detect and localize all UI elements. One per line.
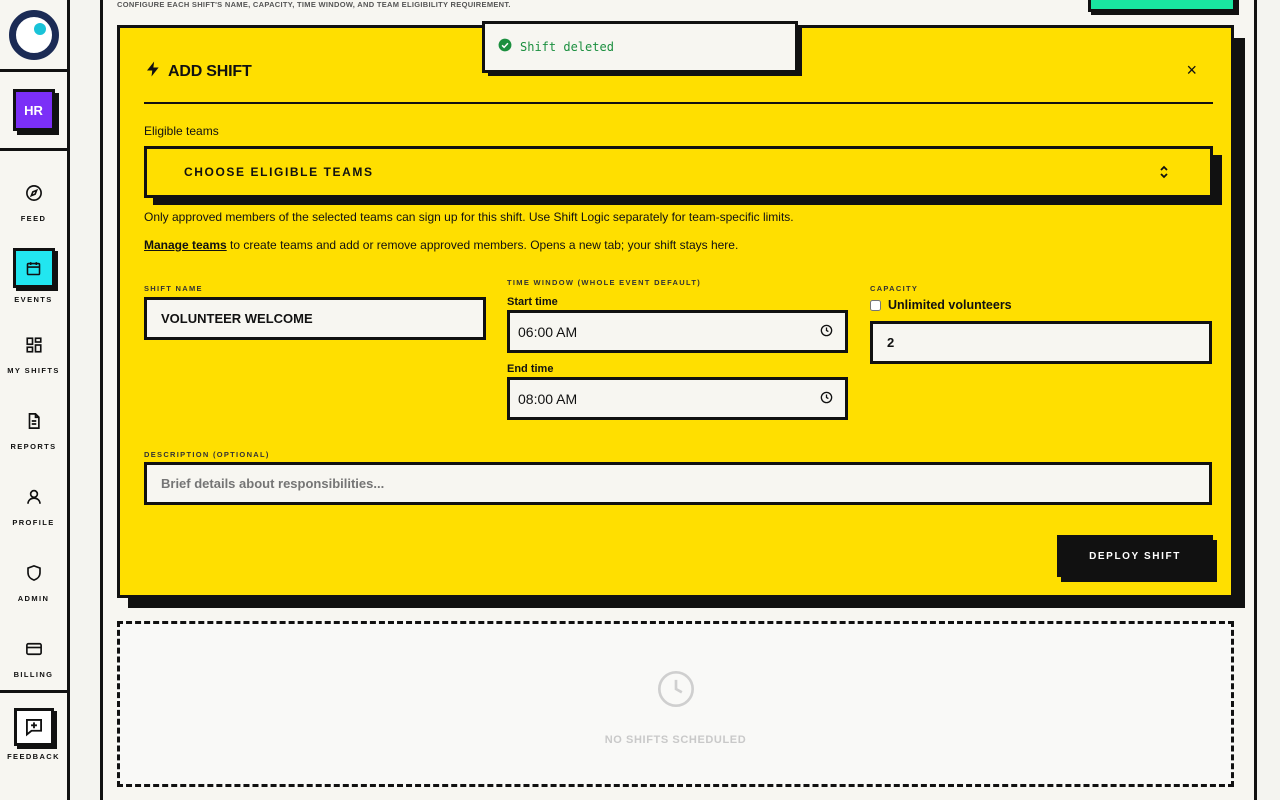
eligibility-help-text: Only approved members of the selected te… — [144, 210, 794, 224]
nav-item-feed[interactable]: FEED — [0, 181, 67, 223]
unlimited-volunteers-option[interactable]: Unlimited volunteers — [870, 298, 1012, 312]
close-icon[interactable]: × — [1186, 61, 1197, 79]
nav-label: ADMIN — [17, 594, 50, 603]
start-time-input[interactable]: 06:00 AM — [507, 310, 848, 353]
logo-container — [0, 0, 67, 72]
chevron-up-down-icon — [1158, 165, 1170, 184]
header-action-button[interactable] — [1088, 0, 1236, 12]
end-time-input[interactable]: 08:00 AM — [507, 377, 848, 420]
compass-icon — [22, 181, 46, 205]
end-time-label: End time — [507, 363, 554, 375]
divider — [0, 690, 67, 693]
capacity-label: CAPACITY — [870, 284, 919, 293]
user-icon — [22, 485, 46, 509]
shift-name-value: VOLUNTEER WELCOME — [161, 311, 313, 326]
nav-label: PROFILE — [12, 518, 55, 527]
nav-label: EVENTS — [14, 295, 53, 304]
nav-label: MY SHIFTS — [7, 366, 60, 375]
description-input[interactable] — [144, 462, 1212, 505]
nav-item-feedback[interactable]: FEEDBACK — [0, 708, 67, 761]
start-time-label: Start time — [507, 296, 558, 308]
manage-teams-link[interactable]: Manage teams — [144, 238, 227, 252]
nav-label: REPORTS — [10, 442, 57, 451]
shift-name-label: SHIFT NAME — [144, 284, 203, 293]
unlimited-volunteers-label: Unlimited volunteers — [888, 298, 1012, 312]
clock-icon[interactable] — [820, 391, 833, 407]
org-switcher: HR — [0, 72, 67, 151]
app-logo[interactable] — [8, 9, 59, 60]
nav-item-my-shifts[interactable]: MY SHIFTS — [0, 333, 67, 375]
add-shift-modal: ADD SHIFT × Eligible teams CHOOSE ELIGIB… — [117, 25, 1234, 598]
toast-message: Shift deleted — [520, 40, 614, 54]
document-icon — [22, 409, 46, 433]
divider — [144, 102, 1213, 104]
manage-teams-text: to create teams and add or remove approv… — [226, 238, 739, 252]
shift-name-input[interactable]: VOLUNTEER WELCOME — [144, 297, 486, 340]
clock-icon[interactable] — [820, 324, 833, 340]
unlimited-volunteers-checkbox[interactable] — [870, 299, 881, 311]
feedback-icon — [13, 708, 54, 746]
deploy-shift-button[interactable]: DEPLOY SHIFT — [1057, 535, 1213, 577]
end-time-value: 08:00 AM — [518, 390, 578, 407]
credit-card-icon — [22, 637, 46, 661]
sidebar: HR FEED EVENTS MY SHIFTS REPORTS PROFILE — [0, 0, 70, 800]
nav-label: FEEDBACK — [7, 752, 60, 761]
clock-icon — [656, 669, 696, 714]
empty-shifts-state: NO SHIFTS SCHEDULED — [117, 621, 1234, 787]
nav-item-admin[interactable]: ADMIN — [0, 561, 67, 603]
capacity-value: 2 — [887, 335, 895, 350]
toast-notification: Shift deleted — [482, 21, 798, 73]
nav-item-profile[interactable]: PROFILE — [0, 485, 67, 527]
modal-header: ADD SHIFT — [144, 60, 252, 83]
select-value: CHOOSE ELIGIBLE TEAMS — [184, 165, 374, 179]
modal-title: ADD SHIFT — [168, 62, 252, 80]
shield-icon — [22, 561, 46, 585]
nav-item-reports[interactable]: REPORTS — [0, 409, 67, 451]
empty-state-text: NO SHIFTS SCHEDULED — [604, 734, 747, 746]
description-label: DESCRIPTION (OPTIONAL) — [144, 450, 270, 459]
start-time-value: 06:00 AM — [518, 323, 578, 340]
nav-label: FEED — [20, 214, 47, 223]
nav-item-billing[interactable]: BILLING — [0, 637, 67, 679]
manage-teams-help: Manage teams to create teams and add or … — [144, 238, 738, 252]
nav-item-events[interactable]: EVENTS — [0, 248, 67, 304]
nav-label: BILLING — [13, 670, 54, 679]
check-circle-icon — [498, 38, 512, 57]
calendar-icon — [12, 248, 55, 288]
eligible-teams-select[interactable]: CHOOSE ELIGIBLE TEAMS — [144, 146, 1213, 198]
lightning-icon — [144, 60, 162, 83]
capacity-input[interactable]: 2 — [870, 321, 1212, 364]
grid-icon — [22, 333, 46, 357]
time-window-label: TIME WINDOW (WHOLE EVENT DEFAULT) — [507, 278, 701, 287]
page-subtitle: CONFIGURE EACH SHIFT'S NAME, CAPACITY, T… — [117, 0, 511, 9]
eligible-teams-label: Eligible teams — [144, 124, 219, 138]
org-badge[interactable]: HR — [12, 89, 55, 131]
